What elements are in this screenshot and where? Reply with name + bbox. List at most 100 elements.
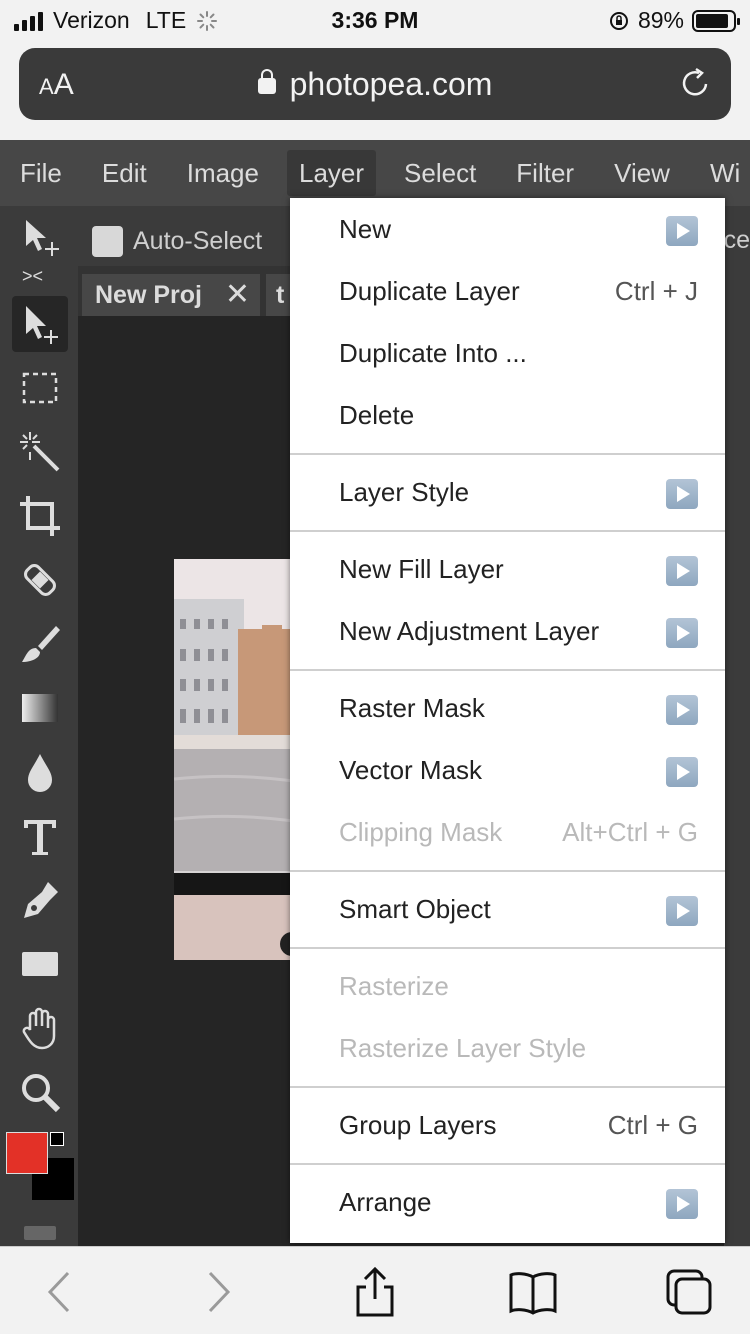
orientation-lock-icon — [609, 11, 628, 30]
auto-select-checkbox[interactable] — [92, 226, 123, 257]
menu-file[interactable]: File — [0, 150, 82, 196]
menu-item-new-adjustment-layer[interactable]: New Adjustment Layer — [290, 600, 725, 662]
menu-item-label: Rasterize — [339, 971, 449, 1001]
menu-layer[interactable]: Layer — [286, 150, 377, 196]
close-tab-icon[interactable]: ✕ — [225, 274, 250, 316]
crop-icon — [20, 496, 60, 536]
submenu-arrow-icon[interactable] — [666, 695, 698, 725]
type-tool-button[interactable] — [12, 808, 68, 864]
menu-item-smart-object[interactable]: Smart Object — [290, 878, 725, 940]
brush-icon — [22, 626, 60, 662]
submenu-arrow-icon[interactable] — [666, 1189, 698, 1219]
menu-item-label: Group Layers — [339, 1110, 497, 1140]
marquee-tool-button[interactable] — [12, 360, 68, 416]
menu-separator — [290, 662, 725, 677]
submenu-arrow-icon[interactable] — [666, 896, 698, 926]
forward-icon[interactable] — [192, 1267, 242, 1317]
browser-bottom-toolbar — [0, 1246, 750, 1334]
hand-tool-button[interactable] — [12, 1000, 68, 1056]
menu-item-raster-mask[interactable]: Raster Mask — [290, 677, 725, 739]
zoom-icon — [22, 1074, 61, 1113]
venice-photo-image — [174, 559, 294, 960]
move-tool-icon[interactable] — [22, 218, 66, 258]
menu-view[interactable]: View — [594, 150, 690, 196]
menu-item-duplicate-layer[interactable]: Duplicate Layer Ctrl + J — [290, 260, 725, 322]
menu-filter[interactable]: Filter — [496, 150, 594, 196]
menu-item-label: Vector Mask — [339, 755, 483, 785]
brush-tool-button[interactable] — [12, 616, 68, 672]
menu-item-label: Arrange — [339, 1187, 432, 1217]
battery-icon — [692, 9, 740, 32]
menu-item-new[interactable]: New — [290, 198, 725, 260]
menu-item-group-layers[interactable]: Group Layers Ctrl + G — [290, 1094, 725, 1156]
tools-panel: >< — [0, 266, 78, 1246]
tabs-icon[interactable] — [664, 1267, 714, 1317]
tab-label: New Proj — [95, 281, 202, 309]
collapse-panel-icon[interactable]: >< — [22, 266, 43, 287]
menu-select[interactable]: Select — [384, 150, 496, 196]
battery-percent: 89% — [637, 7, 684, 33]
tab-new-project[interactable]: New Proj ✕ — [82, 274, 260, 316]
url-display[interactable]: photopea.com — [19, 66, 731, 103]
color-swatches[interactable] — [6, 1132, 76, 1202]
menu-item-layer-style[interactable]: Layer Style — [290, 461, 725, 523]
submenu-arrow-icon[interactable] — [666, 556, 698, 586]
magic-wand-tool-button[interactable] — [12, 424, 68, 480]
menu-item-label: New Fill Layer — [339, 554, 504, 584]
menu-item-rasterize: Rasterize — [290, 955, 725, 1017]
submenu-arrow-icon[interactable] — [666, 757, 698, 787]
menu-item-delete[interactable]: Delete — [290, 384, 725, 446]
menu-item-label: Duplicate Into ... — [339, 338, 527, 368]
menu-window[interactable]: Wi — [690, 150, 750, 196]
magic-wand-icon — [20, 432, 60, 472]
menu-item-new-fill-layer[interactable]: New Fill Layer — [290, 538, 725, 600]
foreground-color-swatch[interactable] — [6, 1132, 48, 1174]
submenu-arrow-icon[interactable] — [666, 479, 698, 509]
keyboard-icon[interactable] — [24, 1226, 56, 1240]
submenu-arrow-icon[interactable] — [666, 618, 698, 648]
move-tool-button[interactable] — [12, 296, 68, 352]
canvas-image[interactable] — [174, 559, 294, 960]
menu-item-label: Duplicate Layer — [339, 276, 520, 306]
menu-item-arrange[interactable]: Arrange — [290, 1171, 725, 1233]
drop-icon — [28, 754, 52, 792]
menu-item-label: Clipping Mask — [339, 817, 503, 847]
menu-separator — [290, 523, 725, 538]
battery-fill — [696, 13, 729, 28]
back-icon[interactable] — [36, 1267, 86, 1317]
shape-tool-button[interactable] — [12, 936, 68, 992]
share-icon[interactable] — [350, 1267, 400, 1317]
menu-image[interactable]: Image — [167, 150, 279, 196]
menu-separator — [290, 940, 725, 955]
auto-select-toggle[interactable]: Auto-Select — [92, 226, 262, 257]
submenu-arrow-icon[interactable] — [666, 216, 698, 246]
menu-item-label: Delete — [339, 400, 415, 430]
reload-icon[interactable] — [679, 66, 713, 100]
menu-separator — [290, 1156, 725, 1171]
crop-tool-button[interactable] — [12, 488, 68, 544]
menu-edit[interactable]: Edit — [82, 150, 167, 196]
pen-icon — [24, 882, 58, 918]
move-icon — [26, 306, 58, 344]
rect-select-icon — [22, 372, 58, 404]
menu-item-duplicate-into[interactable]: Duplicate Into ... — [290, 322, 725, 384]
shortcut-label: Ctrl + G — [607, 1110, 698, 1140]
bookmarks-icon[interactable] — [508, 1267, 558, 1317]
url-text: photopea.com — [289, 66, 493, 102]
blur-tool-button[interactable] — [12, 744, 68, 800]
tab-label: t — [276, 281, 285, 309]
pen-tool-button[interactable] — [12, 872, 68, 928]
menu-item-label: Raster Mask — [339, 693, 485, 723]
gradient-tool-button[interactable] — [12, 680, 68, 736]
app-menubar: File Edit Image Layer Select Filter View… — [0, 140, 750, 206]
default-colors-icon[interactable] — [50, 1132, 64, 1146]
menu-item-vector-mask[interactable]: Vector Mask — [290, 739, 725, 801]
hand-icon — [22, 1007, 56, 1050]
address-bar[interactable]: AA photopea.com — [19, 48, 731, 120]
zoom-tool-button[interactable] — [12, 1064, 68, 1120]
status-right: 89% — [608, 7, 740, 34]
text-icon — [24, 820, 56, 855]
healing-tool-button[interactable] — [12, 552, 68, 608]
menu-item-label: Rasterize Layer Style — [339, 1033, 587, 1063]
gradient-icon — [22, 694, 58, 722]
